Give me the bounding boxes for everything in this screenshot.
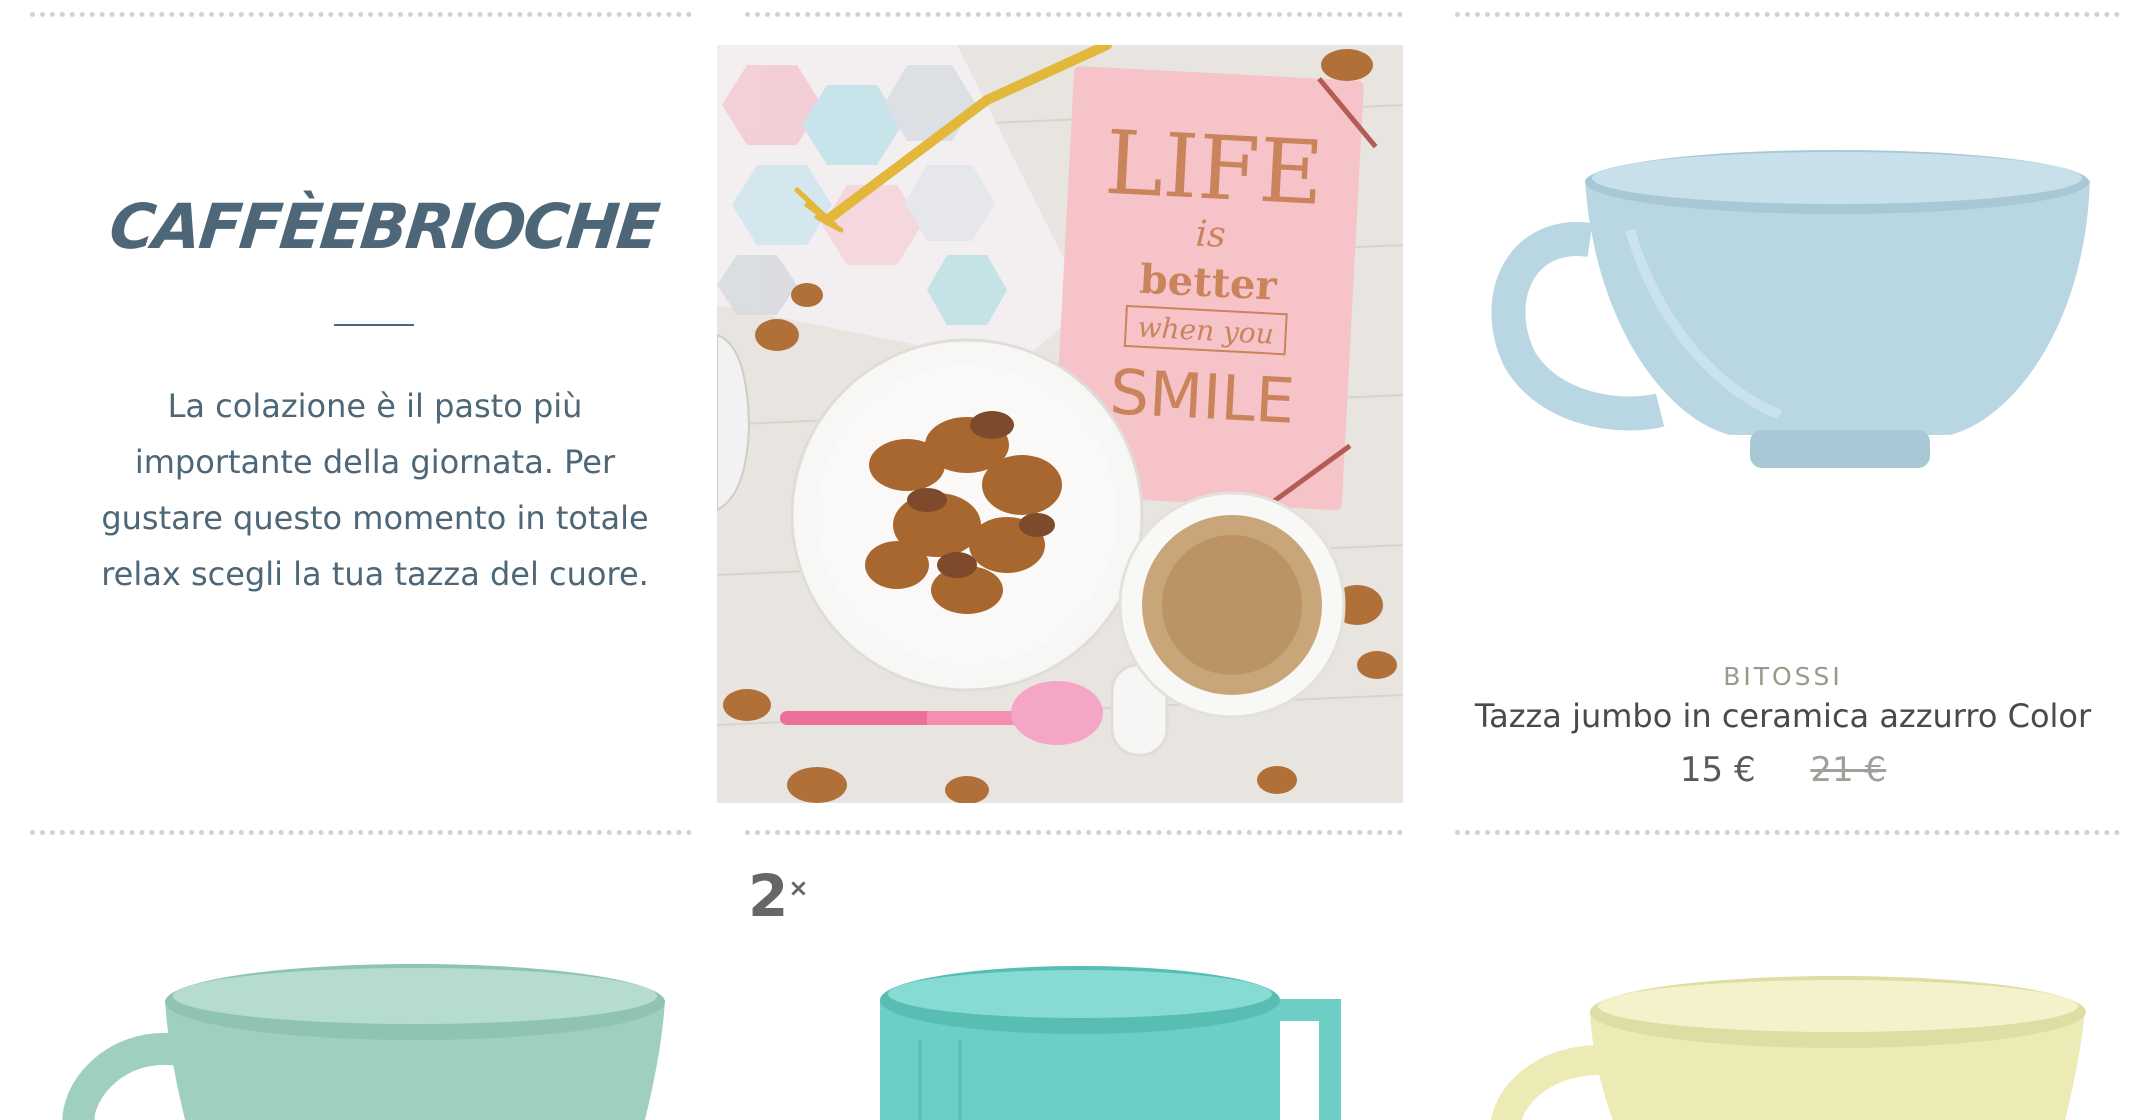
divider-top-right xyxy=(1455,12,2120,17)
svg-text:LIFE: LIFE xyxy=(1102,111,1326,225)
divider-top-left xyxy=(30,12,692,17)
divider-top-center xyxy=(745,12,1403,17)
divider-mid-left xyxy=(30,830,692,835)
breakfast-photo-illustration: LIFE is better when you SMILE xyxy=(717,45,1403,803)
product-image-teal-mug[interactable] xyxy=(860,960,1380,1120)
brand-title: CAFFÈEBRIOCHE xyxy=(106,190,662,263)
brand-divider xyxy=(334,324,414,326)
product-image-blue-cup[interactable] xyxy=(1480,150,2100,490)
product-name-link[interactable]: Tazza jumbo in ceramica azzurro Color xyxy=(1453,697,2113,735)
badge-number: 2 xyxy=(748,862,788,930)
intro-text: La colazione è il pasto più importante d… xyxy=(101,387,649,593)
product-price: 15 € xyxy=(1679,750,1756,790)
divider-mid-center xyxy=(745,830,1403,835)
badge-multiplier: × xyxy=(788,874,808,902)
product-image-mint-cup[interactable] xyxy=(50,960,670,1120)
quantity-badge: 2× xyxy=(748,862,808,930)
svg-text:better: better xyxy=(1139,256,1279,310)
divider-mid-right xyxy=(1455,830,2120,835)
product-brand: BITOSSI xyxy=(1723,662,1843,691)
svg-text:SMILE: SMILE xyxy=(1108,355,1296,438)
breakfast-photo[interactable]: LIFE is better when you SMILE xyxy=(717,45,1403,803)
product-image-yellow-cup[interactable] xyxy=(1480,970,2100,1120)
product-old-price: 21 € xyxy=(1810,750,1887,790)
product-prices: 15 € 21 € xyxy=(1453,750,2113,790)
svg-text:is: is xyxy=(1195,213,1227,256)
